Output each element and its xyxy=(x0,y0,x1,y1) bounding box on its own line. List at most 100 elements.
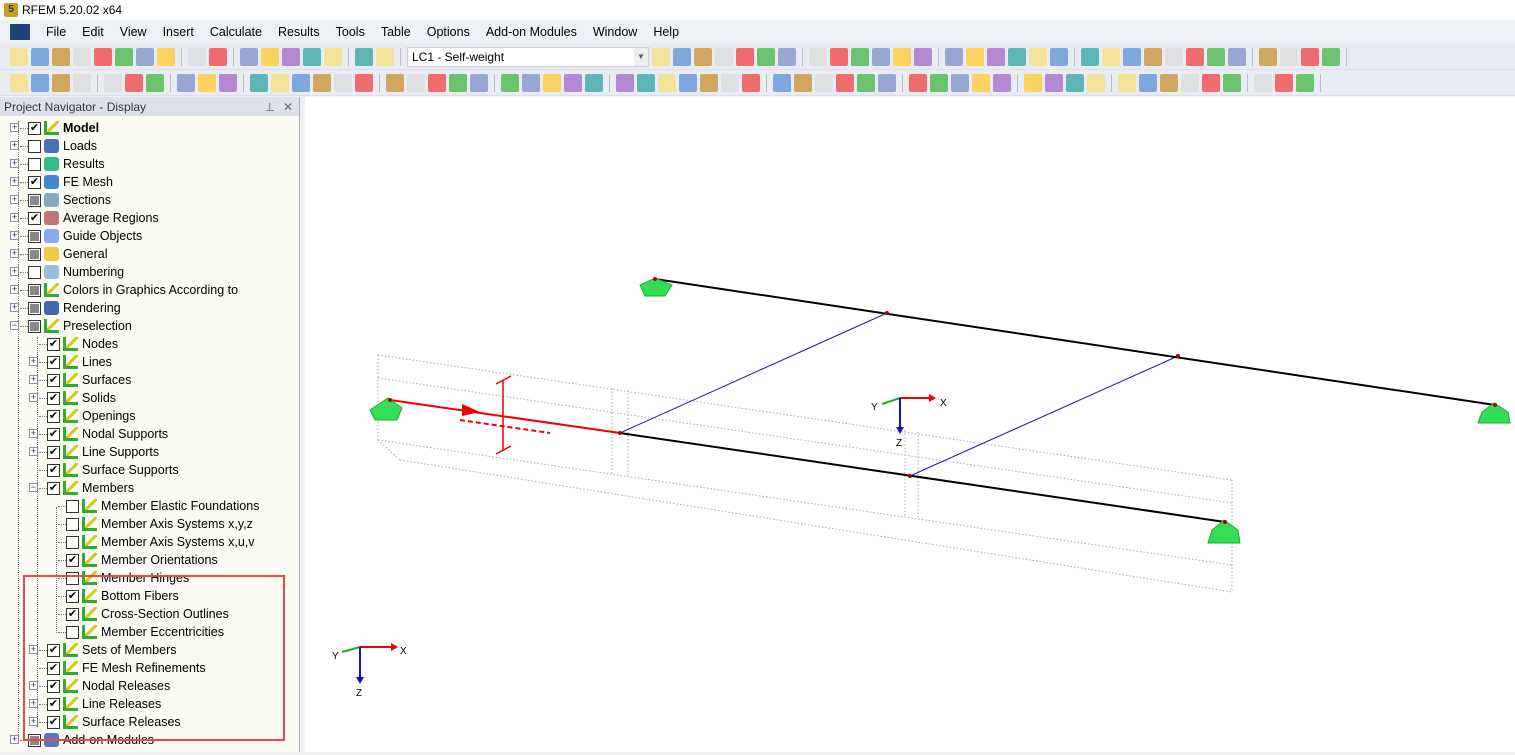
tree-item[interactable]: ✔ Nodes xyxy=(39,335,118,353)
toolbar-button[interactable] xyxy=(700,73,718,92)
toolbar-button[interactable] xyxy=(428,73,446,92)
toolbar-button[interactable] xyxy=(914,47,932,66)
checkbox-checked[interactable]: ✔ xyxy=(28,121,41,135)
toolbar-button[interactable] xyxy=(993,73,1011,92)
tree-item[interactable]: − Preselection xyxy=(10,317,132,335)
toolbar-button[interactable] xyxy=(1228,47,1246,66)
toolbar-button[interactable] xyxy=(386,73,404,92)
tree-item[interactable]: ✔ Openings xyxy=(39,407,136,425)
toolbar-button[interactable] xyxy=(177,73,195,92)
chevron-down-icon[interactable]: ▼ xyxy=(634,47,648,66)
tree-item[interactable]: + ✔ Model xyxy=(10,119,99,137)
toolbar-button[interactable] xyxy=(652,47,670,66)
toolbar-button[interactable] xyxy=(355,73,373,92)
pin-icon[interactable]: ⊥ xyxy=(264,100,274,114)
toolbar-button[interactable] xyxy=(736,47,754,66)
toolbar-button[interactable] xyxy=(794,73,812,92)
tree-item[interactable]: − ✔ Members xyxy=(29,479,134,497)
toolbar-button[interactable] xyxy=(564,73,582,92)
checkbox-checked[interactable]: ✔ xyxy=(47,445,60,459)
menu-edit[interactable]: Edit xyxy=(74,25,112,39)
toolbar-button[interactable] xyxy=(1139,73,1157,92)
checkbox-checked[interactable]: ✔ xyxy=(47,337,60,351)
toolbar-button[interactable] xyxy=(355,47,373,66)
close-icon[interactable]: ✕ xyxy=(283,100,293,114)
menu-tools[interactable]: Tools xyxy=(328,25,373,39)
toolbar-button[interactable] xyxy=(721,73,739,92)
toolbar-button[interactable] xyxy=(1186,47,1204,66)
toolbar-button[interactable] xyxy=(694,47,712,66)
tree-item[interactable]: ✔ Surface Supports xyxy=(39,461,179,479)
toolbar-button[interactable] xyxy=(1207,47,1225,66)
checkbox-partial[interactable] xyxy=(28,283,41,297)
toolbar-button[interactable] xyxy=(219,73,237,92)
toolbar-button[interactable] xyxy=(757,47,775,66)
toolbar-button[interactable] xyxy=(73,73,91,92)
app-menu-icon[interactable] xyxy=(10,24,30,40)
checkbox-unchecked[interactable] xyxy=(28,157,41,171)
toolbar-button[interactable] xyxy=(292,73,310,92)
toolbar-button[interactable] xyxy=(815,73,833,92)
checkbox-unchecked[interactable] xyxy=(28,139,41,153)
toolbar-button[interactable] xyxy=(715,47,733,66)
load-case-select[interactable]: LC1 - Self-weight ▼ xyxy=(407,46,649,67)
tree-item[interactable]: + Results xyxy=(10,155,105,173)
menu-calculate[interactable]: Calculate xyxy=(202,25,270,39)
toolbar-button[interactable] xyxy=(673,47,691,66)
menu-window[interactable]: Window xyxy=(585,25,645,39)
toolbar-button[interactable] xyxy=(10,73,28,92)
checkbox-partial[interactable] xyxy=(28,193,41,207)
toolbar-button[interactable] xyxy=(878,73,896,92)
toolbar-button[interactable] xyxy=(1254,73,1272,92)
tree-item[interactable]: Member Elastic Foundations xyxy=(58,497,259,515)
toolbar-button[interactable] xyxy=(966,47,984,66)
menu-add-on-modules[interactable]: Add-on Modules xyxy=(478,25,585,39)
toolbar-button[interactable] xyxy=(1160,73,1178,92)
toolbar-button[interactable] xyxy=(1123,47,1141,66)
toolbar-button[interactable] xyxy=(313,73,331,92)
checkbox-partial[interactable] xyxy=(28,229,41,243)
tree-item[interactable]: + Loads xyxy=(10,137,97,155)
toolbar-button[interactable] xyxy=(972,73,990,92)
toolbar-button[interactable] xyxy=(987,47,1005,66)
model-view[interactable]: X Y Z X Y Z xyxy=(305,97,1515,752)
toolbar-button[interactable] xyxy=(31,73,49,92)
toolbar-button[interactable] xyxy=(115,47,133,66)
toolbar-button[interactable] xyxy=(679,73,697,92)
tree-item[interactable]: ✔ Member Orientations xyxy=(58,551,218,569)
toolbar-button[interactable] xyxy=(543,73,561,92)
checkbox-partial[interactable] xyxy=(28,247,41,261)
toolbar-button[interactable] xyxy=(282,47,300,66)
toolbar-button[interactable] xyxy=(209,47,227,66)
checkbox-checked[interactable]: ✔ xyxy=(28,175,41,189)
toolbar-button[interactable] xyxy=(1102,47,1120,66)
toolbar-button[interactable] xyxy=(1223,73,1241,92)
toolbar-button[interactable] xyxy=(809,47,827,66)
toolbar-button[interactable] xyxy=(773,73,791,92)
toolbar-button[interactable] xyxy=(1259,47,1277,66)
toolbar-button[interactable] xyxy=(778,47,796,66)
toolbar-button[interactable] xyxy=(742,73,760,92)
toolbar-button[interactable] xyxy=(872,47,890,66)
toolbar-button[interactable] xyxy=(1181,73,1199,92)
toolbar-button[interactable] xyxy=(893,47,911,66)
toolbar-button[interactable] xyxy=(198,73,216,92)
tree-item[interactable]: + General xyxy=(10,245,107,263)
toolbar-button[interactable] xyxy=(585,73,603,92)
blue-line-2[interactable] xyxy=(909,355,1179,477)
tree-item[interactable]: + ✔ Solids xyxy=(29,389,116,407)
toolbar-button[interactable] xyxy=(658,73,676,92)
toolbar-button[interactable] xyxy=(1029,47,1047,66)
toolbar-button[interactable] xyxy=(1118,73,1136,92)
toolbar-button[interactable] xyxy=(930,73,948,92)
toolbar-button[interactable] xyxy=(470,73,488,92)
tree-item[interactable]: + ✔ Nodal Supports xyxy=(29,425,168,443)
toolbar-button[interactable] xyxy=(73,47,91,66)
toolbar-button[interactable] xyxy=(637,73,655,92)
graphics-viewport[interactable]: X Y Z X Y Z xyxy=(305,97,1515,752)
toolbar-button[interactable] xyxy=(1280,47,1298,66)
toolbar-button[interactable] xyxy=(31,47,49,66)
tree-item[interactable]: + Colors in Graphics According to xyxy=(10,281,238,299)
checkbox-checked[interactable]: ✔ xyxy=(66,553,79,567)
toolbar-button[interactable] xyxy=(157,47,175,66)
